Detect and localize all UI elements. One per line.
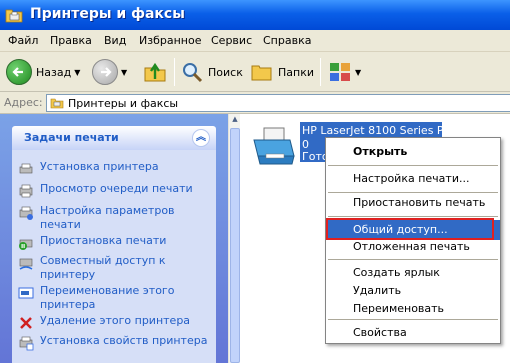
menu-edit[interactable]: Правка — [50, 34, 92, 47]
menu-item-delete[interactable]: Удалить — [326, 281, 500, 301]
menu-item-label: Отложенная печать — [353, 240, 470, 253]
back-button[interactable]: Назад ▼ — [6, 56, 80, 88]
delete-icon — [20, 317, 32, 329]
menu-item-label: Свойства — [353, 326, 407, 339]
task-label: Установка принтера — [40, 160, 159, 173]
print-queue-icon — [19, 184, 33, 198]
menu-bar: Файл Правка Вид Избранное Сервис Справка — [0, 30, 510, 52]
share-printer-icon — [19, 258, 33, 270]
task-properties[interactable]: Установка свойств принтера — [18, 334, 210, 351]
folders-label: Папки — [278, 65, 314, 79]
task-add-printer[interactable]: Установка принтера — [18, 160, 210, 177]
views-button[interactable]: ▼ — [328, 56, 361, 88]
menu-item-rename[interactable]: Переименовать — [326, 299, 500, 319]
chevron-down-icon: ▼ — [121, 67, 128, 77]
back-arrow-icon — [6, 59, 32, 85]
back-label: Назад — [36, 65, 72, 79]
printer-icon[interactable] — [250, 124, 296, 168]
tasks-panel-header[interactable]: Задачи печати ︽ — [12, 126, 216, 150]
menu-help[interactable]: Справка — [263, 34, 311, 47]
menu-item-properties[interactable]: Свойства — [326, 323, 500, 343]
toolbar-separator — [320, 58, 321, 86]
menu-separator — [328, 165, 498, 166]
toolbar-separator — [174, 58, 175, 86]
search-label: Поиск — [208, 65, 243, 79]
pause-printer-icon — [19, 239, 33, 250]
printer-folder-icon — [5, 9, 23, 23]
folders-button[interactable]: Папки — [250, 56, 314, 88]
menu-item-create-shortcut[interactable]: Создать ярлык — [326, 263, 500, 283]
search-icon — [183, 63, 203, 83]
menu-separator — [328, 259, 498, 260]
menu-tools[interactable]: Сервис — [211, 34, 252, 47]
task-label: Приостановка печати — [40, 234, 167, 247]
task-delete[interactable]: Удаление этого принтера — [18, 314, 210, 331]
printer-properties-icon — [19, 336, 34, 351]
menu-item-label: Открыть — [353, 145, 408, 158]
printer-name: HP LaserJet 8100 Series PCL — [302, 124, 458, 137]
address-field[interactable]: Принтеры и факсы — [46, 94, 510, 112]
rename-icon — [18, 287, 34, 299]
menu-item-label: Приостановить печать — [353, 196, 486, 209]
up-folder-icon — [144, 62, 166, 82]
task-label: Удаление этого принтера — [40, 314, 191, 327]
menu-file[interactable]: Файл — [8, 34, 38, 47]
menu-item-pause-printing[interactable]: Приостановить печать — [326, 193, 500, 213]
menu-item-open[interactable]: Открыть — [326, 142, 500, 162]
forward-button[interactable]: ▼ — [92, 56, 127, 88]
task-rename[interactable]: Переименование этого принтера — [18, 284, 210, 312]
title-bar: Принтеры и факсы — [0, 0, 510, 30]
address-bar: Адрес: Принтеры и факсы — [0, 92, 510, 114]
menu-separator — [328, 216, 498, 217]
folders-icon — [251, 65, 272, 81]
task-pane-scrollbar[interactable]: ▲ — [228, 114, 240, 363]
menu-favorites[interactable]: Избранное — [139, 34, 201, 47]
task-label: Настройка параметров печати — [40, 204, 175, 231]
task-label: Переименование этого принтера — [40, 284, 175, 311]
printer-folder-icon — [50, 98, 64, 109]
task-view-queue[interactable]: Просмотр очереди печати — [18, 182, 210, 199]
views-icon — [330, 63, 350, 81]
task-label: Просмотр очереди печати — [40, 182, 193, 195]
menu-item-use-offline[interactable]: Отложенная печать — [326, 237, 500, 257]
menu-view[interactable]: Вид — [104, 34, 126, 47]
menu-item-label: Удалить — [353, 284, 402, 297]
sharing-highlight-frame — [326, 218, 494, 240]
task-label: Совместный доступ к принтеру — [40, 254, 166, 281]
menu-item-label: Переименовать — [353, 302, 445, 315]
task-print-preferences[interactable]: Настройка параметров печати — [18, 204, 210, 232]
chevron-down-icon: ▼ — [355, 67, 362, 77]
task-sharing[interactable]: Совместный доступ к принтеру — [18, 254, 210, 282]
printer-settings-icon — [19, 206, 33, 220]
chevron-down-icon: ▼ — [74, 67, 81, 77]
collapse-chevron-icon[interactable]: ︽ — [192, 129, 210, 147]
window-title: Принтеры и факсы — [30, 6, 185, 22]
tasks-panel-body: Установка принтера Просмотр очереди печа… — [12, 150, 216, 363]
address-label: Адрес: — [4, 96, 43, 109]
toolbar: Назад ▼ ▼ Поиск Папки ▼ — [0, 52, 510, 92]
menu-item-printing-preferences[interactable]: Настройка печати... — [326, 169, 500, 189]
up-folder-button[interactable] — [142, 56, 168, 88]
add-printer-icon — [19, 163, 33, 174]
menu-item-label: Создать ярлык — [353, 266, 440, 279]
forward-arrow-icon — [92, 59, 118, 85]
tasks-panel-title: Задачи печати — [24, 131, 119, 144]
menu-item-label: Настройка печати... — [353, 172, 470, 185]
task-label: Установка свойств принтера — [40, 334, 208, 347]
scroll-up-icon[interactable]: ▲ — [230, 115, 240, 127]
task-pane: Задачи печати ︽ Установка принтера Просм… — [0, 114, 228, 363]
scrollbar-thumb[interactable] — [230, 128, 240, 363]
search-button[interactable]: Поиск — [180, 56, 243, 88]
menu-separator — [328, 319, 498, 320]
context-menu: Открыть Настройка печати... Приостановит… — [325, 137, 501, 344]
address-value: Принтеры и факсы — [68, 96, 179, 110]
task-pause-printing[interactable]: Приостановка печати — [18, 234, 210, 251]
